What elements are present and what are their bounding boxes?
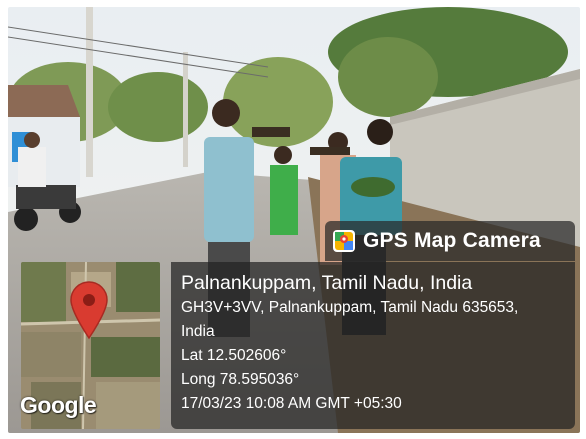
app-name: GPS Map Camera <box>363 229 541 252</box>
place-name: Palnankuppam, Tamil Nadu, India <box>181 272 473 294</box>
google-logo: Google <box>20 392 97 418</box>
location-info-panel: Palnankuppam, Tamil Nadu, India GH3V+3VV… <box>171 262 575 429</box>
timestamp: 17/03/23 10:08 AM GMT +05:30 <box>181 395 402 412</box>
latitude: Lat 12.502606° <box>181 347 287 364</box>
location-pin-icon <box>70 281 108 340</box>
app-badge: GPS Map Camera <box>325 221 575 261</box>
map-camera-icon <box>333 230 355 252</box>
address-line-2: India <box>181 323 215 340</box>
longitude: Long 78.595036° <box>181 371 300 388</box>
address-line-1: GH3V+3VV, Palnankuppam, Tamil Nadu 63565… <box>181 299 519 316</box>
